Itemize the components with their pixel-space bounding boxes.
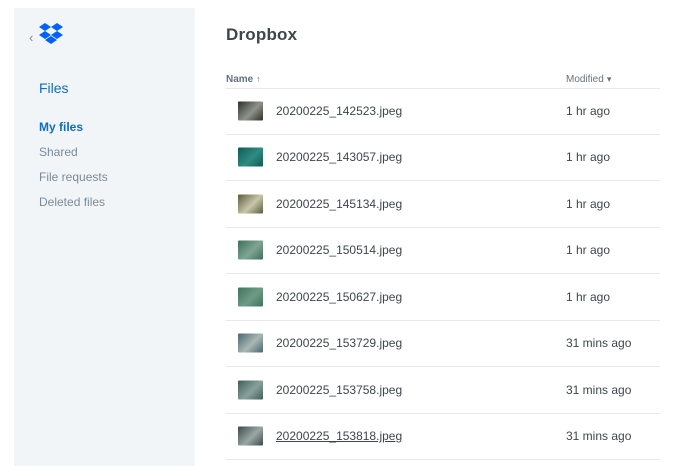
file-row[interactable]: 20200225_150514.jpeg 1 hr ago — [226, 228, 660, 274]
file-name[interactable]: 20200225_153729.jpeg — [276, 336, 402, 350]
file-name[interactable]: 20200225_150514.jpeg — [276, 243, 402, 257]
file-modified: 31 mins ago — [566, 336, 632, 351]
file-modified: 31 mins ago — [566, 429, 632, 444]
sidebar-title[interactable]: Files — [39, 80, 69, 96]
file-modified: 1 hr ago — [566, 150, 611, 165]
file-row[interactable]: 20200225_153729.jpeg 31 mins ago — [226, 321, 660, 367]
image-thumbnail — [238, 426, 263, 446]
name-column-header[interactable]: Name ↑ — [226, 74, 261, 85]
image-thumbnail — [238, 101, 263, 121]
file-row[interactable]: 20200225_150627.jpeg 1 hr ago — [226, 274, 660, 321]
sidebar-item-my-files[interactable]: My files — [39, 120, 108, 145]
file-modified: 1 hr ago — [566, 289, 611, 304]
file-name[interactable]: 20200225_145134.jpeg — [276, 197, 402, 211]
file-name[interactable]: 20200225_143057.jpeg — [276, 150, 402, 164]
image-thumbnail — [238, 194, 263, 214]
image-thumbnail — [238, 333, 263, 353]
sidebar-item-deleted-files[interactable]: Deleted files — [39, 195, 108, 220]
file-list: 20200225_142523.jpeg 1 hr ago 20200225_1… — [226, 88, 660, 460]
file-modified: 1 hr ago — [566, 196, 611, 211]
modified-column-label: Modified — [566, 74, 604, 85]
back-chevron-icon[interactable]: ‹ — [29, 30, 33, 45]
file-modified: 1 hr ago — [566, 104, 611, 119]
sidebar: ‹ Files My files Shared File requests De… — [14, 8, 195, 466]
file-row[interactable]: 20200225_142523.jpeg 1 hr ago — [226, 88, 660, 135]
image-thumbnail — [238, 287, 263, 307]
sidebar-nav: My files Shared File requests Deleted fi… — [39, 120, 108, 220]
image-thumbnail — [238, 380, 263, 400]
image-thumbnail — [238, 240, 263, 260]
file-name[interactable]: 20200225_142523.jpeg — [276, 104, 402, 118]
file-row[interactable]: 20200225_153758.jpeg 31 mins ago — [226, 367, 660, 414]
dropbox-logo-icon[interactable] — [38, 22, 64, 46]
file-row[interactable]: 20200225_143057.jpeg 1 hr ago — [226, 135, 660, 181]
file-name[interactable]: 20200225_153818.jpeg — [276, 429, 402, 443]
file-row[interactable]: 20200225_153818.jpeg 31 mins ago — [226, 414, 660, 460]
image-thumbnail — [238, 147, 263, 167]
file-modified: 1 hr ago — [566, 243, 611, 258]
sidebar-item-shared[interactable]: Shared — [39, 145, 108, 170]
file-name[interactable]: 20200225_150627.jpeg — [276, 290, 402, 304]
name-column-label: Name — [226, 74, 254, 85]
dropbox-window: ‹ Files My files Shared File requests De… — [0, 0, 687, 474]
sidebar-item-file-requests[interactable]: File requests — [39, 170, 108, 195]
page-title: Dropbox — [226, 25, 298, 44]
sort-up-icon: ↑ — [256, 74, 261, 84]
file-name[interactable]: 20200225_153758.jpeg — [276, 383, 402, 397]
file-row[interactable]: 20200225_145134.jpeg 1 hr ago — [226, 181, 660, 228]
modified-column-header[interactable]: Modified ▾ — [566, 74, 611, 85]
chevron-down-icon: ▾ — [606, 74, 612, 84]
file-modified: 31 mins ago — [566, 382, 632, 397]
